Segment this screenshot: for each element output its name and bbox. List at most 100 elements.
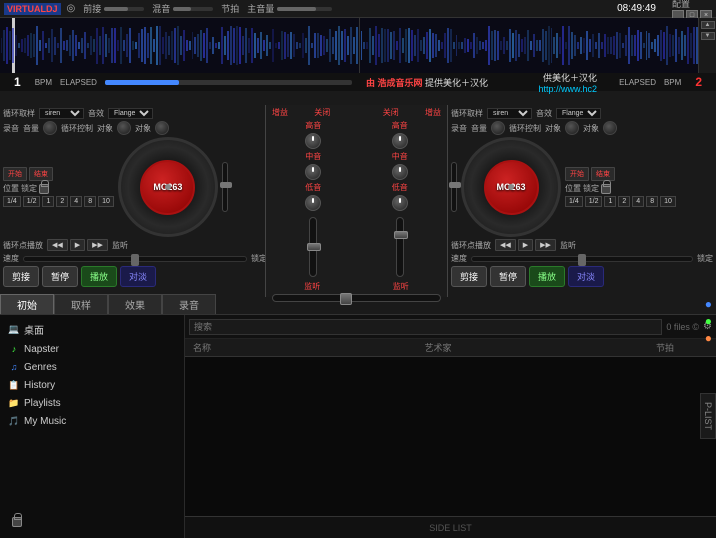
deck1-play-btn[interactable]: ▶ bbox=[70, 239, 85, 251]
sidebar-action-2[interactable]: ● bbox=[705, 314, 712, 328]
sidebar-item-napster[interactable]: ♪ Napster bbox=[0, 340, 184, 358]
beat-section: 节拍 bbox=[221, 2, 239, 15]
deck1-elapsed-bar[interactable] bbox=[105, 80, 352, 85]
deck1-target-knob2[interactable] bbox=[155, 121, 169, 135]
deck2-ctrl-row1: 录音 音量 循环控制 对象 对象 bbox=[451, 121, 713, 135]
side-panel-btn-2[interactable]: ▼ bbox=[701, 32, 715, 40]
top-bar: VIRTUALDJ ◎ 前接 混音 节拍 主音量 08:49:49 配置 _ □… bbox=[0, 0, 716, 18]
sidebar-item-genres[interactable]: ♫ Genres bbox=[0, 358, 184, 376]
vertical-tab[interactable]: P-LIST bbox=[700, 392, 716, 438]
deck1-start-btn[interactable]: 开始 bbox=[3, 167, 27, 181]
deck1-loop-5[interactable]: 4 bbox=[70, 196, 82, 207]
deck1-end-btn[interactable]: 结束 bbox=[29, 167, 53, 181]
deck1-play-transport-btn[interactable]: 播放 bbox=[81, 266, 117, 287]
sidebar-action-3[interactable]: ● bbox=[705, 331, 712, 345]
browser-tab-initial[interactable]: 初始 bbox=[0, 294, 54, 314]
deck1-lock-icon[interactable] bbox=[39, 184, 49, 194]
mix-slider[interactable] bbox=[173, 7, 213, 11]
mixer-low-knob-l[interactable] bbox=[305, 195, 321, 211]
deck1-speed-slider[interactable] bbox=[23, 256, 247, 262]
mixer-high-knob-l[interactable] bbox=[305, 133, 321, 149]
deck2-next-btn[interactable]: ▶▶ bbox=[535, 239, 556, 251]
mixer-high-knob-r[interactable] bbox=[392, 133, 408, 149]
deck1-loop-1[interactable]: 1/4 bbox=[3, 196, 21, 207]
deck2-loop-4[interactable]: 2 bbox=[618, 196, 630, 207]
pre-slider[interactable] bbox=[104, 7, 144, 11]
deck1-loop-4[interactable]: 2 bbox=[56, 196, 68, 207]
deck2-lock-icon[interactable] bbox=[601, 184, 611, 194]
deck2-play-transport-btn[interactable]: 播放 bbox=[529, 266, 565, 287]
deck2-loop-1[interactable]: 1/4 bbox=[565, 196, 583, 207]
deck2-play-btn[interactable]: ▶ bbox=[518, 239, 533, 251]
deck2-loop-7[interactable]: 10 bbox=[660, 196, 676, 207]
crossfader[interactable] bbox=[272, 294, 441, 302]
deck2-loop-label: 循环取样 bbox=[451, 108, 483, 119]
deck2-loop-3[interactable]: 1 bbox=[604, 196, 616, 207]
deck2-effect-select[interactable]: Flanger bbox=[556, 108, 601, 119]
deck1-target-knob1[interactable] bbox=[117, 121, 131, 135]
browser-tab-effects[interactable]: 效果 bbox=[108, 294, 162, 314]
mixer-boost-right: 增益 bbox=[425, 107, 441, 118]
deck2-volume-knob[interactable] bbox=[491, 121, 505, 135]
waveform-right[interactable] bbox=[360, 18, 716, 73]
deck2-pitch-slider[interactable] bbox=[451, 162, 457, 212]
deck1-number: 1 bbox=[8, 75, 27, 89]
beat-label: 节拍 bbox=[221, 2, 239, 15]
deck2-cut-btn[interactable]: 剪接 bbox=[451, 266, 487, 287]
browser-list[interactable] bbox=[185, 357, 716, 516]
browser-tab-record[interactable]: 录音 bbox=[162, 294, 216, 314]
deck1-pitch-slider[interactable] bbox=[222, 162, 228, 212]
crossfader-area bbox=[268, 292, 445, 304]
files-count: 0 files © bbox=[666, 322, 699, 332]
config-label[interactable]: 配置 _ □ × bbox=[672, 0, 712, 20]
deck1-next-btn[interactable]: ▶▶ bbox=[87, 239, 108, 251]
mixer-fader-r[interactable] bbox=[396, 217, 404, 277]
deck1-pitch-handle bbox=[220, 182, 232, 188]
master-slider[interactable] bbox=[277, 7, 332, 11]
deck2-turntable-row: MC263 开始 结束 位置 锁定 1/4 1/2 1 2 4 bbox=[451, 137, 713, 237]
deck2-loop-select[interactable]: siren bbox=[487, 108, 532, 119]
deck1-connect-btn[interactable]: 对淡 bbox=[120, 266, 156, 287]
deck1-loop-3[interactable]: 1 bbox=[42, 196, 54, 207]
deck1-loop-2[interactable]: 1/2 bbox=[23, 196, 41, 207]
deck2-loop-2[interactable]: 1/2 bbox=[585, 196, 603, 207]
deck1-cut-btn[interactable]: 剪接 bbox=[3, 266, 39, 287]
deck1-loop-6[interactable]: 8 bbox=[84, 196, 96, 207]
deck1-turntable[interactable]: MC263 bbox=[118, 137, 218, 237]
headphones-icon: ◎ bbox=[67, 3, 76, 14]
search-input[interactable] bbox=[189, 319, 662, 335]
deck1-loop-7[interactable]: 10 bbox=[98, 196, 114, 207]
sidebar-item-desktop[interactable]: 💻 桌面 bbox=[0, 319, 184, 340]
waveform-left[interactable] bbox=[0, 18, 360, 73]
sidebar-item-playlists[interactable]: 📁 Playlists bbox=[0, 394, 184, 412]
deck1-effect-select[interactable]: Flanger bbox=[108, 108, 153, 119]
deck2-connect-btn[interactable]: 对淡 bbox=[568, 266, 604, 287]
deck2-prev-btn[interactable]: ◀◀ bbox=[495, 239, 516, 251]
deck2-target-knob1[interactable] bbox=[565, 121, 579, 135]
deck2-volume-label: 音量 bbox=[471, 123, 487, 134]
deck1-pause-btn[interactable]: 暂停 bbox=[42, 266, 78, 287]
deck2-speed-slider[interactable] bbox=[471, 256, 693, 262]
mixer-low-knob-r[interactable] bbox=[392, 195, 408, 211]
mixer-fader-l[interactable] bbox=[309, 217, 317, 277]
deck2-target-knob2[interactable] bbox=[603, 121, 617, 135]
deck2-loop-5[interactable]: 4 bbox=[632, 196, 644, 207]
sidebar-item-mymusic[interactable]: 🎵 My Music bbox=[0, 412, 184, 430]
mixer-mid-knob-r[interactable] bbox=[392, 164, 408, 180]
deck1-prev-btn[interactable]: ◀◀ bbox=[47, 239, 68, 251]
sidebar-item-history[interactable]: 📋 History bbox=[0, 376, 184, 394]
deck1-loop-select[interactable]: siren bbox=[39, 108, 84, 119]
deck2-turntable[interactable]: MC263 bbox=[461, 137, 561, 237]
deck2-speed-lock-label: 锁定 bbox=[697, 253, 713, 264]
deck2-end-btn[interactable]: 结束 bbox=[591, 167, 615, 181]
deck2-pause-btn[interactable]: 暂停 bbox=[490, 266, 526, 287]
app-logo[interactable]: VIRTUALDJ bbox=[4, 3, 61, 15]
mixer-mid-knob-l[interactable] bbox=[305, 164, 321, 180]
browser-tab-samples[interactable]: 取样 bbox=[54, 294, 108, 314]
side-panel-btn-1[interactable]: ▲ bbox=[701, 21, 715, 29]
deck2-start-btn[interactable]: 开始 bbox=[565, 167, 589, 181]
deck2-loop-6[interactable]: 8 bbox=[646, 196, 658, 207]
deck1-volume-knob[interactable] bbox=[43, 121, 57, 135]
mixer-low-label-r: 低音 bbox=[392, 182, 408, 193]
sidebar-action-1[interactable]: ● bbox=[705, 297, 712, 311]
